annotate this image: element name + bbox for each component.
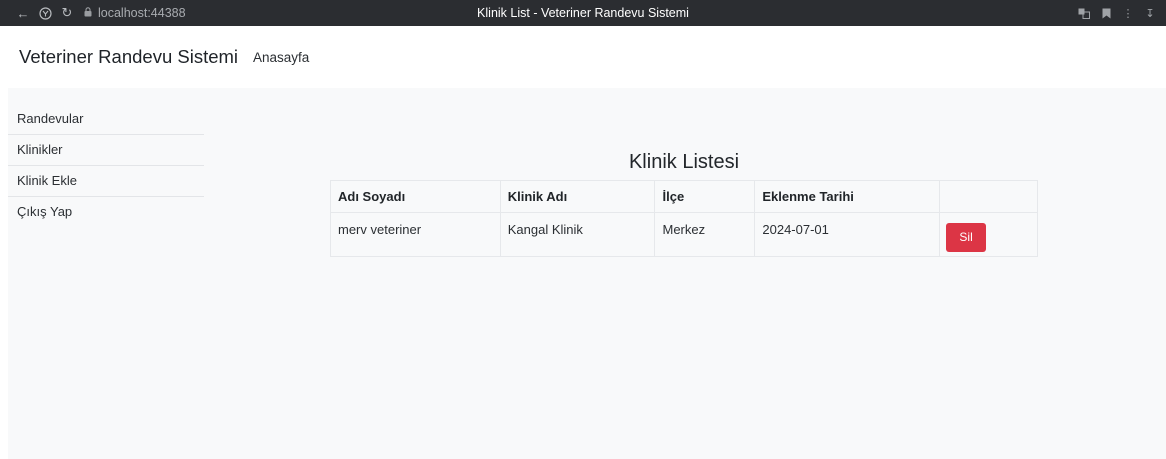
- sidebar-item-klinikler[interactable]: Klinikler: [8, 135, 204, 166]
- sidebar-item-randevular[interactable]: Randevular: [8, 104, 204, 135]
- cell-date: 2024-07-01: [754, 212, 941, 257]
- column-header-date: Eklenme Tarihi: [754, 180, 941, 213]
- browser-toolbar: ← ↻ localhost:44388 Klinik List - Veteri…: [0, 0, 1166, 26]
- table-header-row: Adı Soyadı Klinik Adı İlçe Eklenme Tarih…: [330, 180, 1038, 213]
- menu-divider-icon: ⋮: [1122, 7, 1134, 20]
- reload-icon[interactable]: ↻: [56, 2, 78, 24]
- bookmark-icon[interactable]: [1096, 2, 1116, 24]
- sidebar: Randevular Klinikler Klinik Ekle Çıkış Y…: [8, 104, 204, 228]
- column-header-action: [939, 180, 1038, 213]
- brand-title[interactable]: Veteriner Randevu Sistemi: [19, 46, 238, 68]
- browser-logo-icon[interactable]: [34, 2, 56, 24]
- sidebar-item-cikis-yap[interactable]: Çıkış Yap: [8, 197, 204, 228]
- delete-button[interactable]: Sil: [946, 223, 987, 252]
- cell-clinic: Kangal Klinik: [499, 212, 656, 257]
- lock-icon: [84, 6, 92, 20]
- column-header-ilce: İlçe: [654, 180, 756, 213]
- translate-icon[interactable]: [1074, 2, 1094, 24]
- cell-name: merv veteriner: [330, 212, 501, 257]
- content-area: Randevular Klinikler Klinik Ekle Çıkış Y…: [8, 88, 1166, 459]
- navbar: Veteriner Randevu Sistemi Anasayfa: [0, 26, 1166, 88]
- table-row: merv veteriner Kangal Klinik Merkez 2024…: [330, 212, 1038, 257]
- cell-action: Sil: [939, 212, 1038, 257]
- column-header-clinic: Klinik Adı: [499, 180, 656, 213]
- page-title: Klinik Listesi: [628, 151, 740, 173]
- sidebar-item-klinik-ekle[interactable]: Klinik Ekle: [8, 166, 204, 197]
- nav-link-home[interactable]: Anasayfa: [253, 50, 309, 65]
- cell-ilce: Merkez: [654, 212, 756, 257]
- clinic-table: Adı Soyadı Klinik Adı İlçe Eklenme Tarih…: [330, 180, 1038, 257]
- back-arrow-icon[interactable]: ←: [12, 2, 34, 24]
- column-header-name: Adı Soyadı: [330, 180, 501, 213]
- main-panel: Klinik Listesi Adı Soyadı Klinik Adı İlç…: [330, 144, 1038, 257]
- download-icon[interactable]: ↧: [1140, 2, 1160, 24]
- address-bar[interactable]: localhost:44388: [98, 6, 186, 20]
